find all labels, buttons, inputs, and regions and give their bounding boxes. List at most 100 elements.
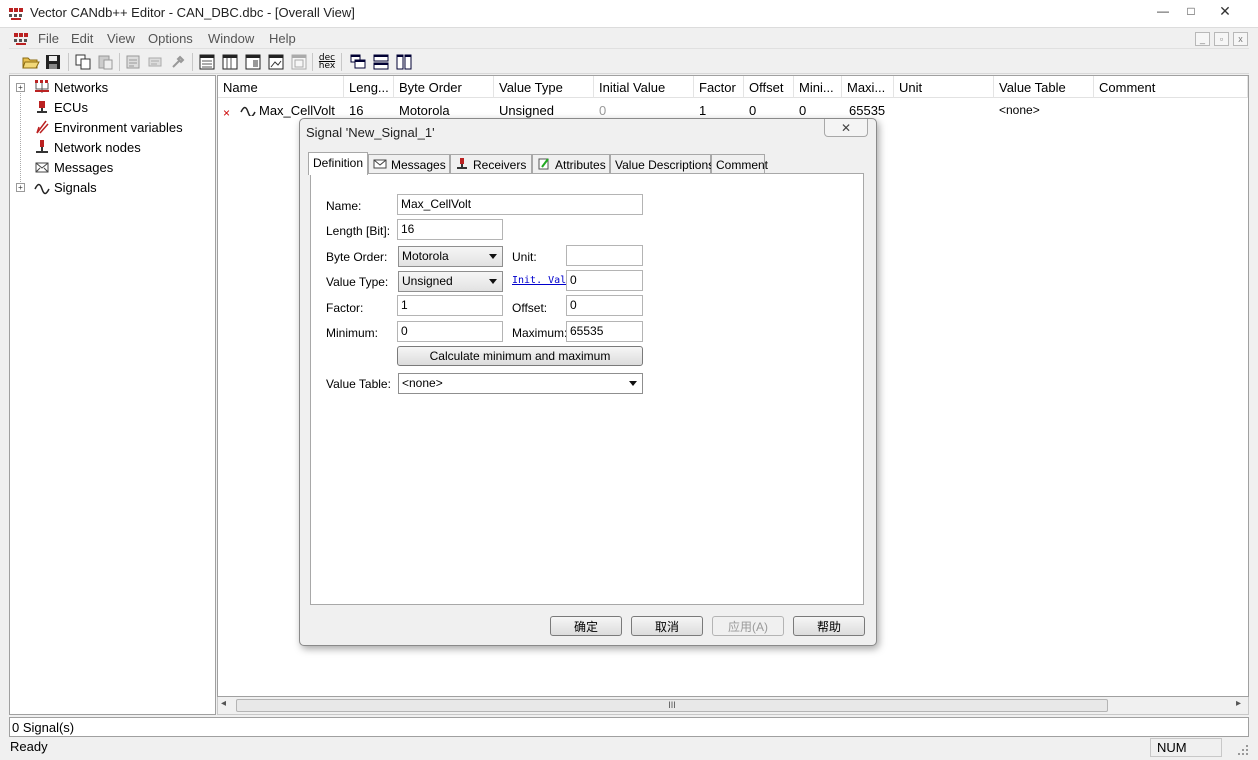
cell-factor: 1 xyxy=(699,103,707,118)
value-type-select[interactable]: Unsigned xyxy=(398,271,503,292)
mdi-restore-button[interactable]: ▫ xyxy=(1214,32,1229,46)
column-header-maximum[interactable]: Maxi... xyxy=(842,76,894,98)
value-table-select[interactable]: <none> xyxy=(398,373,643,394)
open-icon[interactable] xyxy=(21,52,41,72)
offset-input[interactable]: 0 xyxy=(566,295,643,316)
length-label: Length [Bit]: xyxy=(326,224,391,238)
cell-byte-order: Motorola xyxy=(399,103,450,118)
column-header-minimum[interactable]: Mini... xyxy=(794,76,842,98)
column-header-offset[interactable]: Offset xyxy=(744,76,794,98)
scroll-right-arrow[interactable]: ▸ xyxy=(1236,698,1241,709)
tree-item-messages[interactable]: Messages xyxy=(10,157,215,177)
scroll-left-arrow[interactable]: ◂ xyxy=(221,698,226,709)
menu-window[interactable]: Window xyxy=(208,31,254,46)
length-input[interactable]: 16 xyxy=(397,219,503,240)
minimum-input[interactable]: 0 xyxy=(397,321,503,342)
menu-file[interactable]: File xyxy=(38,31,59,46)
tile-vertical-icon[interactable] xyxy=(394,52,414,72)
dialog-close-button[interactable]: ✕ xyxy=(824,119,868,137)
menu-view[interactable]: View xyxy=(107,31,135,46)
view-columns-icon[interactable] xyxy=(243,52,263,72)
value-table-value: <none> xyxy=(402,376,443,390)
expand-toggle[interactable]: + xyxy=(16,182,25,192)
mdi-close-button[interactable]: x xyxy=(1233,32,1248,46)
menu-bar: File Edit View Options Window Help _ ▫ x xyxy=(9,29,1249,49)
column-header-byte-order[interactable]: Byte Order xyxy=(394,76,494,98)
init-value-link[interactable]: Init. Val xyxy=(512,275,566,286)
expand-toggle[interactable]: + xyxy=(16,82,25,92)
cancel-button[interactable]: 取消 xyxy=(631,616,703,636)
column-header-value-type[interactable]: Value Type xyxy=(494,76,594,98)
view-detail-icon[interactable] xyxy=(197,52,217,72)
byte-order-select[interactable]: Motorola xyxy=(398,246,503,267)
tree-item-environment-variables[interactable]: Environment variables xyxy=(10,117,215,137)
tab-messages[interactable]: Messages xyxy=(368,154,450,174)
column-header-name[interactable]: Name xyxy=(218,76,344,98)
unit-input[interactable] xyxy=(566,245,643,266)
paste-icon xyxy=(95,52,115,72)
mdi-minimize-button[interactable]: _ xyxy=(1195,32,1210,46)
table-header: Name Leng... Byte Order Value Type Initi… xyxy=(218,76,1248,98)
env-var-icon xyxy=(34,119,50,135)
tools-icon xyxy=(168,52,188,72)
tab-label: Comment xyxy=(716,158,769,172)
calculate-min-max-button[interactable]: Calculate minimum and maximum xyxy=(397,346,643,366)
column-header-initial-value[interactable]: Initial Value xyxy=(594,76,694,98)
tree-item-networks[interactable]: + Networks xyxy=(10,77,215,97)
tab-receivers[interactable]: Receivers xyxy=(450,154,532,174)
tree-item-ecus[interactable]: ECUs xyxy=(10,97,215,117)
edit-list-icon xyxy=(145,52,165,72)
status-text: Ready xyxy=(10,739,48,754)
tree-item-label: Signals xyxy=(54,179,97,195)
maximum-input[interactable]: 65535 xyxy=(566,321,643,342)
attributes-icon xyxy=(537,158,551,173)
tab-comment[interactable]: Comment xyxy=(711,154,769,174)
close-button[interactable]: ✕ xyxy=(1210,1,1240,21)
title-bar: Vector CANdb++ Editor - CAN_DBC.dbc - [O… xyxy=(0,0,1258,28)
horizontal-scrollbar[interactable]: ◂ III ▸ xyxy=(217,697,1249,715)
menu-edit[interactable]: Edit xyxy=(71,31,93,46)
tile-horizontal-icon[interactable] xyxy=(371,52,391,72)
cell-name: Max_CellVolt xyxy=(259,103,335,118)
definition-panel: Name: Max_CellVolt Length [Bit]: 16 Byte… xyxy=(310,173,864,605)
menu-help[interactable]: Help xyxy=(269,31,296,46)
signal-count-bar: 0 Signal(s) xyxy=(9,717,1249,737)
tab-value-descriptions[interactable]: Value Descriptions xyxy=(610,154,714,174)
cascade-icon[interactable] xyxy=(348,52,368,72)
init-value-input[interactable]: 0 xyxy=(566,270,643,291)
chevron-down-icon xyxy=(489,254,497,259)
copy-icon[interactable] xyxy=(73,52,93,72)
cell-length: 16 xyxy=(349,103,364,118)
tab-definition[interactable]: Definition xyxy=(308,152,368,175)
save-icon[interactable] xyxy=(43,52,63,72)
view-disabled-icon xyxy=(289,52,309,72)
ok-button[interactable]: 确定 xyxy=(550,616,622,636)
mdi-child-icon[interactable] xyxy=(13,31,29,47)
help-button[interactable]: 帮助 xyxy=(793,616,865,636)
row-error-marker: × xyxy=(223,106,231,120)
cell-minimum: 0 xyxy=(799,103,807,118)
apply-button: 应用(A) xyxy=(712,616,784,636)
name-input[interactable]: Max_CellVolt xyxy=(397,194,643,215)
scroll-thumb[interactable]: III xyxy=(236,699,1108,712)
dec-hex-toggle[interactable]: dec hex xyxy=(317,52,337,72)
column-header-value-table[interactable]: Value Table xyxy=(994,76,1094,98)
factor-input[interactable]: 1 xyxy=(397,295,503,316)
column-header-length[interactable]: Leng... xyxy=(344,76,394,98)
cell-offset: 0 xyxy=(749,103,757,118)
signal-icon xyxy=(34,179,50,195)
column-header-factor[interactable]: Factor xyxy=(694,76,744,98)
tree-item-network-nodes[interactable]: Network nodes xyxy=(10,137,215,157)
view-list-icon[interactable] xyxy=(220,52,240,72)
column-header-unit[interactable]: Unit xyxy=(894,76,994,98)
tree-item-signals[interactable]: + Signals xyxy=(10,177,215,197)
minimize-button[interactable]: — xyxy=(1148,1,1178,21)
maximize-button[interactable]: □ xyxy=(1176,1,1206,21)
tab-attributes[interactable]: Attributes xyxy=(532,154,610,174)
menu-options[interactable]: Options xyxy=(148,31,193,46)
resize-grip-icon[interactable] xyxy=(1236,741,1250,757)
value-type-value: Unsigned xyxy=(402,274,453,288)
column-header-comment[interactable]: Comment xyxy=(1094,76,1248,98)
view-image-icon[interactable] xyxy=(266,52,286,72)
tree-item-label: ECUs xyxy=(54,99,88,115)
